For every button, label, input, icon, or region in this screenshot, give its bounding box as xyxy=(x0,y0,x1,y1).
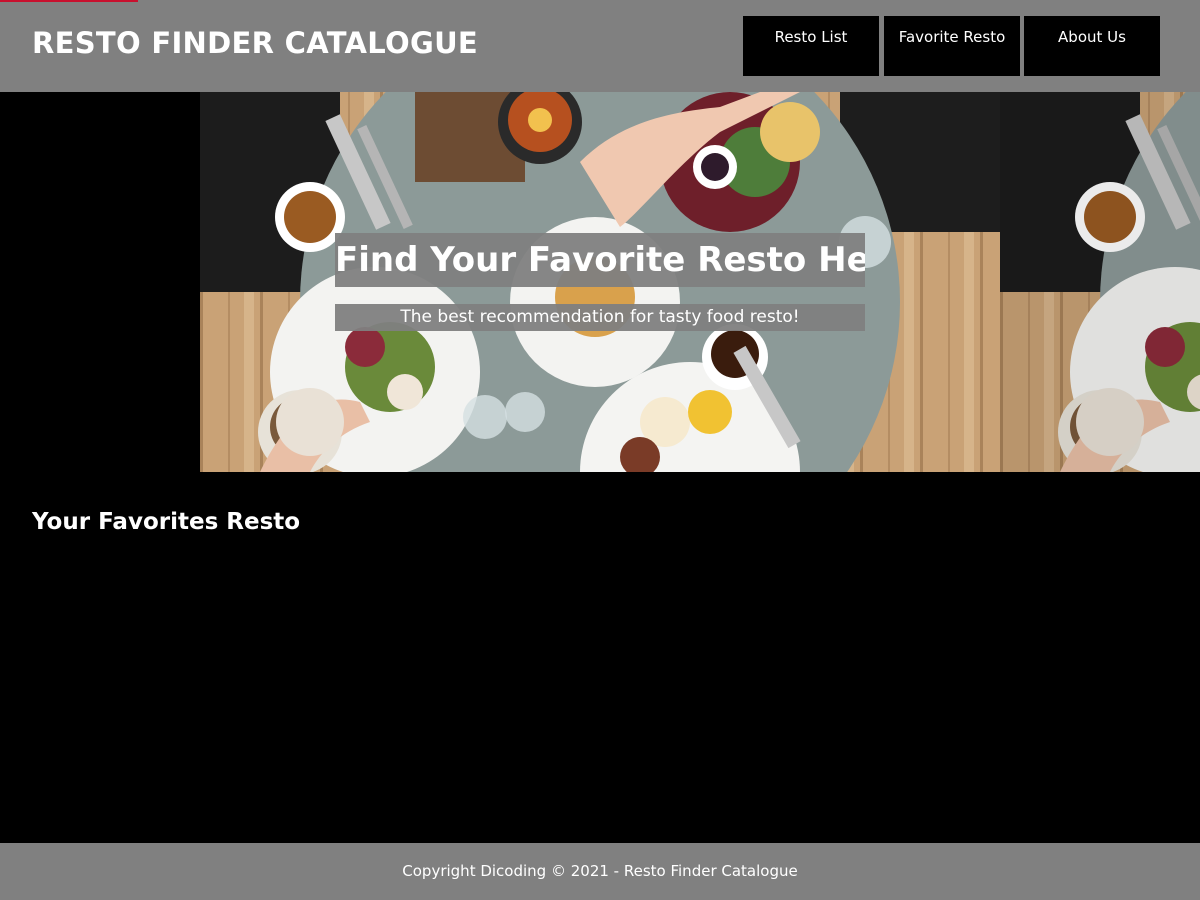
hero-subtitle: The best recommendation for tasty food r… xyxy=(335,304,865,331)
app-header: RESTO FINDER CATALOGUE Resto List Favori… xyxy=(0,0,1200,92)
hero-banner: Find Your Favorite Resto Here! The best … xyxy=(0,92,1200,472)
hero-title: Find Your Favorite Resto Here! xyxy=(335,233,865,287)
favorites-heading: Your Favorites Resto xyxy=(32,509,301,535)
footer-copyright: Copyright Dicoding © 2021 - Resto Finder… xyxy=(402,862,798,880)
nav-item-about-us[interactable]: About Us xyxy=(1024,16,1160,76)
app-footer: Copyright Dicoding © 2021 - Resto Finder… xyxy=(0,843,1200,900)
main-content: Your Favorites Resto xyxy=(0,472,1200,843)
nav-item-resto-list[interactable]: Resto List xyxy=(743,16,879,76)
favorites-list xyxy=(32,552,1168,812)
nav-item-favorite-resto[interactable]: Favorite Resto xyxy=(884,16,1020,76)
app-title: RESTO FINDER CATALOGUE xyxy=(32,26,479,60)
loading-progress-line xyxy=(0,0,138,2)
